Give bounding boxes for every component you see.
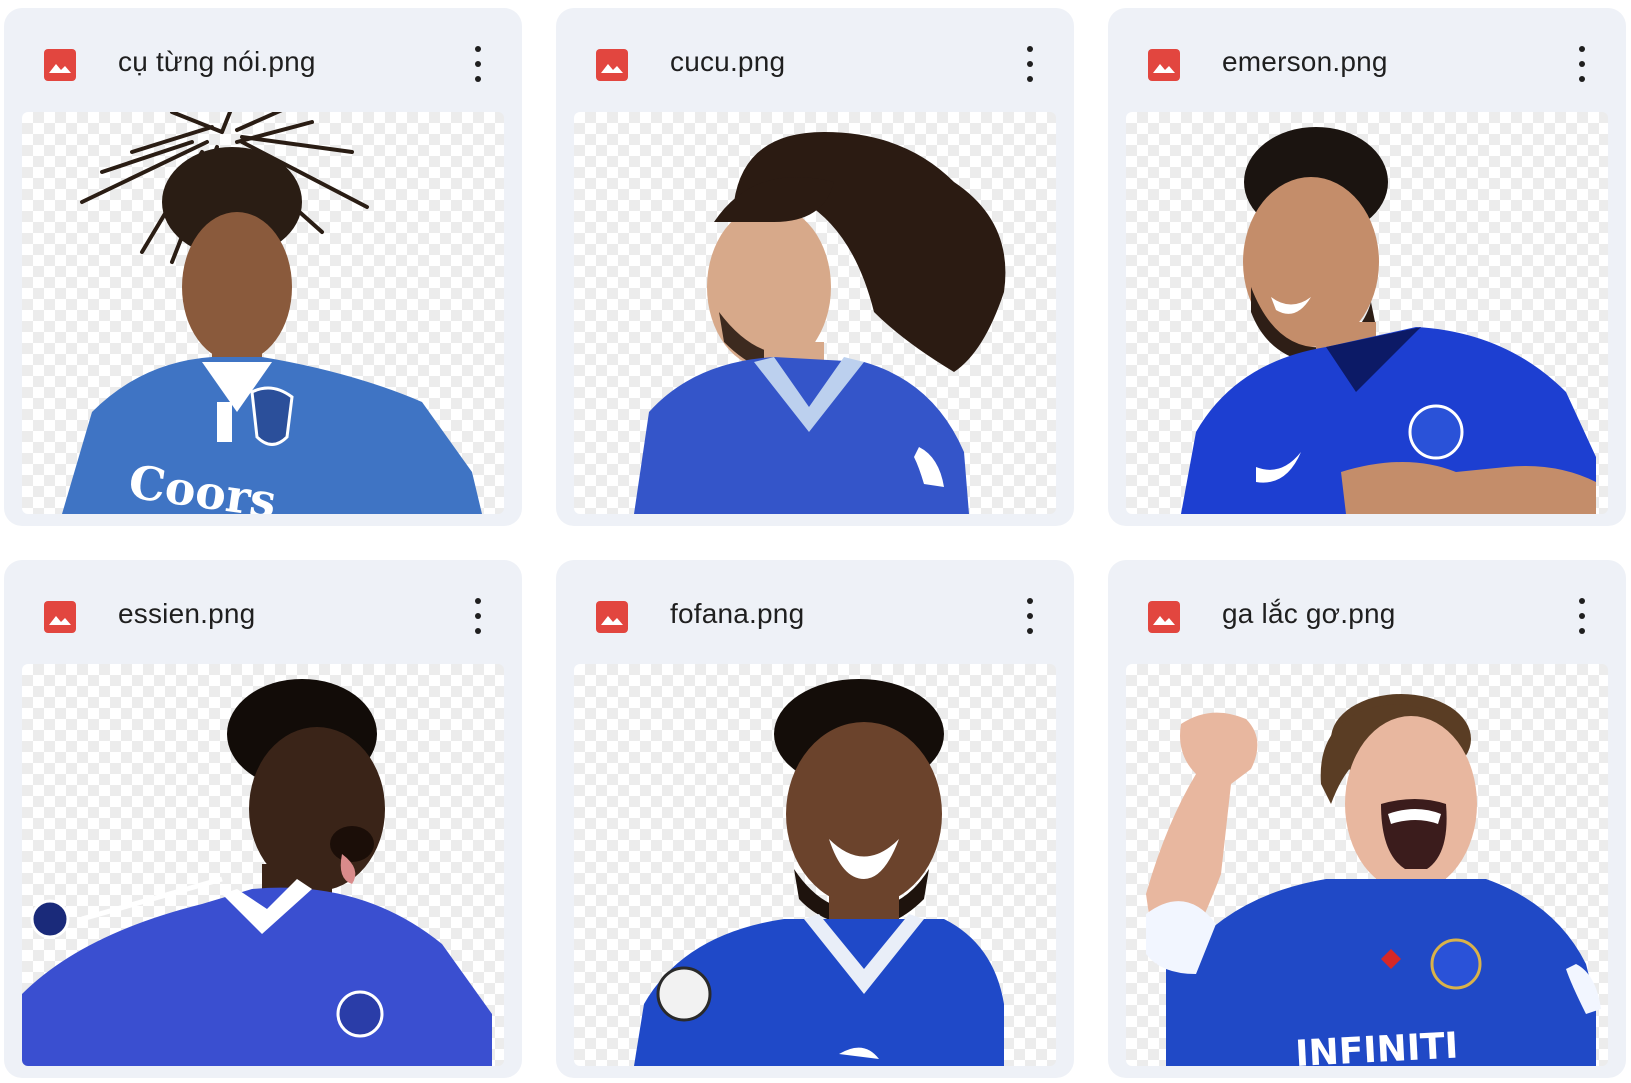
image-file-icon xyxy=(1148,601,1180,633)
image-file-icon xyxy=(44,601,76,633)
file-card-header: fofana.png xyxy=(556,560,1074,664)
image-file-icon xyxy=(596,601,628,633)
file-name: cucu.png xyxy=(670,46,786,77)
image-thumbnail[interactable] xyxy=(22,664,504,1066)
file-name: cụ từng nói.png xyxy=(118,46,316,77)
image-thumbnail[interactable] xyxy=(574,112,1056,514)
file-card-header: cụ từng nói.png xyxy=(4,8,522,112)
image-file-icon xyxy=(596,49,628,81)
file-card[interactable]: cụ từng nói.png Coors xyxy=(4,8,522,526)
file-card[interactable]: ga lắc gơ.png INFINITI xyxy=(1108,560,1626,1078)
image-thumbnail[interactable]: INFINITI xyxy=(1126,664,1608,1066)
file-card-header: emerson.png xyxy=(1108,8,1626,112)
file-card[interactable]: cucu.png xyxy=(556,8,1074,526)
file-card[interactable]: fofana.png xyxy=(556,560,1074,1078)
file-name: essien.png xyxy=(118,598,256,629)
more-vert-icon[interactable] xyxy=(1568,594,1596,638)
more-vert-icon[interactable] xyxy=(464,594,492,638)
image-file-icon xyxy=(1148,49,1180,81)
file-card-header: ga lắc gơ.png xyxy=(1108,560,1626,664)
more-vert-icon[interactable] xyxy=(1568,42,1596,86)
image-thumbnail[interactable]: Coors xyxy=(22,112,504,514)
file-name: emerson.png xyxy=(1222,46,1388,77)
image-thumbnail[interactable] xyxy=(574,664,1056,1066)
image-file-icon xyxy=(44,49,76,81)
file-grid: cụ từng nói.png Coors cucu.png emerson.p… xyxy=(0,0,1631,1083)
file-card-header: essien.png xyxy=(4,560,522,664)
file-card[interactable]: essien.png xyxy=(4,560,522,1078)
file-name: fofana.png xyxy=(670,598,805,629)
more-vert-icon[interactable] xyxy=(464,42,492,86)
file-card[interactable]: emerson.png xyxy=(1108,8,1626,526)
more-vert-icon[interactable] xyxy=(1016,594,1044,638)
file-name: ga lắc gơ.png xyxy=(1222,598,1396,629)
file-card-header: cucu.png xyxy=(556,8,1074,112)
image-thumbnail[interactable] xyxy=(1126,112,1608,514)
more-vert-icon[interactable] xyxy=(1016,42,1044,86)
